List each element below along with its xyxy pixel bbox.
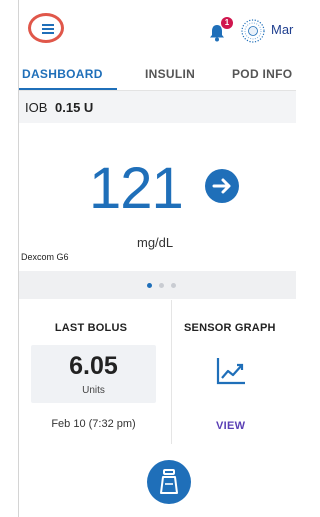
pod-bolus-icon bbox=[160, 469, 178, 494]
glucose-unit: mg/dL bbox=[137, 235, 174, 250]
sensor-graph-title: SENSOR GRAPH bbox=[184, 322, 276, 334]
user-name[interactable]: Mar bbox=[271, 22, 293, 37]
bolus-fab-button[interactable] bbox=[147, 460, 191, 504]
last-bolus-box: 6.05 Units bbox=[31, 345, 156, 403]
notification-badge: 1 bbox=[221, 17, 233, 29]
tab-insulin[interactable]: INSULIN bbox=[145, 67, 195, 81]
app-header: 1 Mar bbox=[19, 0, 296, 62]
iob-label: IOB bbox=[25, 100, 48, 115]
tab-pod-info[interactable]: POD INFO bbox=[232, 67, 292, 81]
hamburger-menu-icon bbox=[42, 28, 54, 30]
hamburger-menu-icon bbox=[42, 32, 54, 34]
last-bolus-title: LAST BOLUS bbox=[54, 322, 128, 334]
sensor-name: Dexcom G6 bbox=[21, 252, 69, 262]
tab-bar: DASHBOARD INSULIN POD INFO bbox=[19, 62, 296, 91]
tab-dashboard[interactable]: DASHBOARD bbox=[22, 67, 103, 81]
last-bolus-time: Feb 10 (7:32 pm) bbox=[51, 418, 136, 430]
pager-dot[interactable] bbox=[171, 283, 176, 288]
pager-dot[interactable] bbox=[147, 283, 152, 288]
last-bolus-amount: 6.05 bbox=[69, 352, 118, 380]
app-screen: 1 Mar DASHBOARD INSULIN POD INFO IOB 0.1… bbox=[18, 0, 296, 517]
iob-bar: IOB 0.15 U bbox=[19, 91, 296, 124]
glucose-card[interactable]: 121 mg/dL Dexcom G6 bbox=[19, 123, 296, 271]
menu-button[interactable] bbox=[28, 13, 64, 43]
carousel-pager bbox=[19, 271, 296, 299]
active-tab-indicator bbox=[19, 88, 117, 90]
pager-dot[interactable] bbox=[159, 283, 164, 288]
glucose-value: 121 bbox=[89, 156, 184, 221]
hamburger-menu-icon bbox=[42, 24, 54, 26]
column-divider bbox=[171, 300, 172, 444]
arrow-right-icon bbox=[205, 169, 239, 203]
pod-status-icon[interactable] bbox=[241, 19, 265, 43]
iob-value: 0.15 U bbox=[55, 100, 94, 115]
view-graph-link[interactable]: VIEW bbox=[216, 420, 245, 432]
line-graph-icon[interactable] bbox=[215, 356, 247, 386]
last-bolus-unit: Units bbox=[82, 385, 105, 396]
